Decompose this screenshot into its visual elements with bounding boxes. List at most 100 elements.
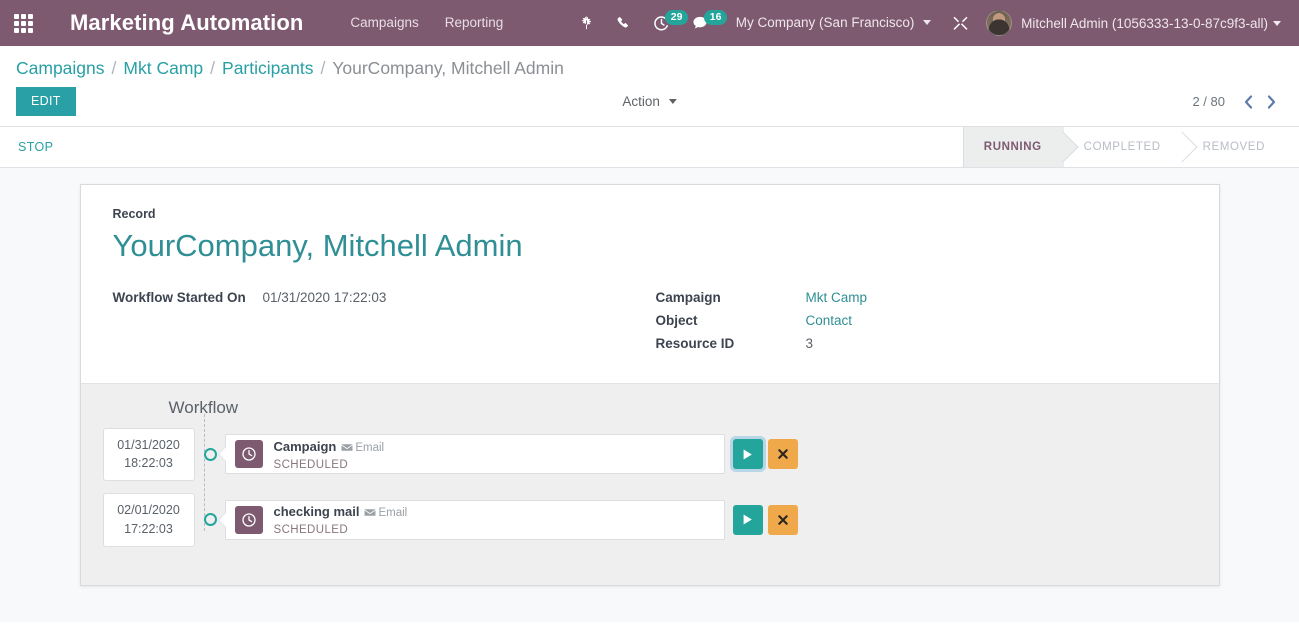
company-switcher-label: My Company (San Francisco) <box>735 15 915 30</box>
workflow-activity-text: Campaign Email SCHEDULED <box>274 437 385 472</box>
workflow-row-date-time: 17:22:03 <box>124 521 173 536</box>
workflow-title: Workflow <box>168 397 239 417</box>
control-panel: Campaigns / Mkt Camp / Participants / Yo… <box>0 46 1299 127</box>
envelope-icon <box>364 509 376 516</box>
workflow-cancel-button[interactable] <box>767 504 798 535</box>
workflow-activity-heading: Campaign Email <box>274 437 385 457</box>
avatar <box>986 10 1013 36</box>
pager-previous-button[interactable] <box>1237 94 1260 109</box>
field-workflow-started-on: Workflow Started On 01/31/2020 17:22:03 <box>113 290 650 305</box>
record-sheet: Record YourCompany, Mitchell Admin Workf… <box>79 184 1220 586</box>
control-panel-buttons: EDIT Action 2 / 80 <box>0 79 1299 126</box>
field-value: 3 <box>805 335 814 351</box>
bug-report-button[interactable] <box>568 0 605 46</box>
workflow-run-button[interactable] <box>732 504 763 535</box>
fields-column-right: Campaign Mkt Camp Object Contact Resourc… <box>650 290 1187 359</box>
workflow-row: 02/01/2020 17:22:03 checking mail Email … <box>102 493 1219 547</box>
pager-next-button[interactable] <box>1260 94 1283 109</box>
workflow-row-date: 01/31/2020 18:22:03 <box>102 427 195 482</box>
workflow-activity-channel: Email <box>341 442 384 454</box>
apps-menu-button[interactable] <box>0 0 46 46</box>
field-value-link[interactable]: Contact <box>806 313 853 328</box>
workflow-section: Workflow 01/31/2020 18:22:03 Campaign Em… <box>80 382 1219 585</box>
breadcrumb-item-participants[interactable]: Participants <box>222 58 313 79</box>
activities-button[interactable]: 29 <box>642 0 689 46</box>
stop-button[interactable]: STOP <box>0 127 71 167</box>
field-label: Workflow Started On <box>112 289 246 305</box>
chevron-left-icon <box>1244 94 1253 109</box>
field-campaign: Campaign Mkt Camp <box>656 290 1187 305</box>
tools-button[interactable] <box>941 0 980 46</box>
field-resource-id: Resource ID 3 <box>656 336 1187 351</box>
nav-menu-campaigns[interactable]: Campaigns <box>337 0 431 46</box>
status-stages: RUNNING COMPLETED REMOVED <box>962 127 1299 167</box>
workflow-activity-name: Campaign <box>273 438 337 454</box>
action-dropdown-label: Action <box>622 94 660 109</box>
app-brand-title[interactable]: Marketing Automation <box>70 10 303 36</box>
record-details: Record YourCompany, Mitchell Admin Workf… <box>81 185 1219 383</box>
field-label: Object <box>655 312 698 328</box>
workflow-row-date-day: 01/31/2020 <box>117 437 180 452</box>
pager-value: 2 / 80 <box>1192 94 1225 109</box>
workflow-activity-card[interactable]: Campaign Email SCHEDULED <box>224 434 725 475</box>
messages-button[interactable]: 16 <box>681 0 728 46</box>
workflow-activity-channel: Email <box>364 507 407 519</box>
phone-call-button[interactable] <box>605 0 642 46</box>
breadcrumb-item-campaigns[interactable]: Campaigns <box>16 58 105 79</box>
phone-icon <box>617 17 628 28</box>
workflow-row-actions <box>732 504 803 535</box>
breadcrumb-item-mkt-camp[interactable]: Mkt Camp <box>123 58 203 79</box>
play-icon <box>743 449 752 460</box>
workflow-row-date-day: 02/01/2020 <box>117 503 180 518</box>
workflow-activity-state: SCHEDULED <box>273 524 349 537</box>
workflow-row: 01/31/2020 18:22:03 Campaign Email SCHED… <box>102 427 1219 482</box>
workflow-activity-name: checking mail <box>273 504 360 520</box>
top-navbar: Marketing Automation Campaigns Reporting… <box>0 0 1299 46</box>
workflow-timeline-dot <box>203 447 217 461</box>
action-dropdown[interactable]: Action <box>622 94 677 109</box>
clock-icon <box>234 505 263 534</box>
breadcrumb-item-current: YourCompany, Mitchell Admin <box>332 58 564 78</box>
status-stage-removed[interactable]: REMOVED <box>1182 127 1287 167</box>
breadcrumb-separator: / <box>210 58 216 78</box>
fields-grid: Workflow Started On 01/31/2020 17:22:03 … <box>113 290 1187 359</box>
workflow-timeline-dot <box>203 513 217 527</box>
navbar-right-group: 29 16 My Company (San Francisco) Mitchel… <box>568 0 1299 46</box>
page-title: YourCompany, Mitchell Admin <box>112 228 523 263</box>
workflow-run-button[interactable] <box>732 439 763 470</box>
record-section-label: Record <box>112 207 156 221</box>
breadcrumb-separator: / <box>320 58 326 78</box>
status-stage-completed[interactable]: COMPLETED <box>1063 127 1183 167</box>
tools-icon <box>953 16 968 30</box>
workflow-activity-channel-label: Email <box>355 441 385 454</box>
workflow-activity-card[interactable]: checking mail Email SCHEDULED <box>224 499 725 540</box>
chevron-down-icon <box>1273 20 1281 26</box>
status-stage-running[interactable]: RUNNING <box>962 127 1064 167</box>
company-switcher[interactable]: My Company (San Francisco) <box>720 0 941 46</box>
envelope-icon <box>341 443 353 451</box>
status-bar: STOP RUNNING COMPLETED REMOVED <box>0 127 1299 168</box>
chevron-down-icon <box>668 99 677 104</box>
cancel-x-icon <box>777 449 788 460</box>
fields-column-left: Workflow Started On 01/31/2020 17:22:03 <box>113 290 650 359</box>
nav-menu-reporting[interactable]: Reporting <box>432 0 517 46</box>
workflow-row-date-time: 18:22:03 <box>124 456 173 471</box>
play-icon <box>743 514 752 525</box>
messages-count-badge: 16 <box>703 10 728 25</box>
workflow-activity-channel-label: Email <box>378 507 408 520</box>
apps-grid-icon <box>13 13 33 33</box>
workflow-cancel-button[interactable] <box>767 439 798 470</box>
field-value-link[interactable]: Mkt Camp <box>806 290 868 305</box>
user-menu[interactable]: Mitchell Admin (1056333-13-0-87c9f3-all) <box>980 0 1289 46</box>
workflow-row-date: 02/01/2020 17:22:03 <box>102 493 195 547</box>
bug-icon <box>581 16 591 30</box>
workflow-activity-state: SCHEDULED <box>273 458 349 471</box>
field-label: Campaign <box>655 289 721 305</box>
user-menu-label: Mitchell Admin (1056333-13-0-87c9f3-all) <box>1021 15 1268 31</box>
chevron-down-icon <box>923 20 932 25</box>
field-value: 01/31/2020 17:22:03 <box>262 289 387 305</box>
breadcrumb: Campaigns / Mkt Camp / Participants / Yo… <box>0 46 1299 79</box>
edit-button[interactable]: EDIT <box>16 87 76 116</box>
workflow-activity-text: checking mail Email SCHEDULED <box>274 502 408 537</box>
field-label: Resource ID <box>655 335 735 351</box>
